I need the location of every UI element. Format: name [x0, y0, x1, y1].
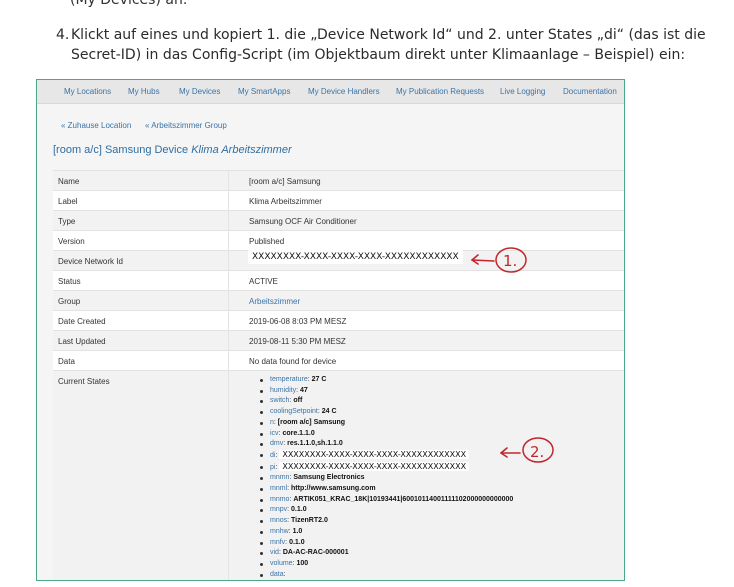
top-nav: My Locations My Hubs My Devices My Smart… — [37, 80, 624, 104]
annotation-arrow-2: 2. — [500, 437, 554, 463]
list-item: coolingSetpoint: 24 C — [258, 407, 513, 418]
redacted-pi: XXXXXXXX-XXXX-XXXX-XXXX-XXXXXXXXXXXX — [279, 461, 470, 471]
step-number: 4. — [56, 27, 70, 43]
table-row: Last Updated 2019-08-11 5:30 PM MESZ — [53, 330, 624, 351]
group-link[interactable]: Arbeitszimmer — [249, 297, 300, 306]
redacted-network-id: XXXXXXXX-XXXX-XXXX-XXXX-XXXXXXXXXXXX — [248, 250, 463, 264]
page-title-device-name: Klima Arbeitszimmer — [191, 144, 292, 156]
nav-my-device-handlers[interactable]: My Device Handlers — [308, 87, 380, 96]
nav-my-smartapps[interactable]: My SmartApps — [238, 87, 290, 96]
step-text: Klickt auf eines und kopiert 1. die „Dev… — [71, 27, 706, 63]
nav-my-hubs[interactable]: My Hubs — [128, 87, 160, 96]
table-row: Label Klima Arbeitszimmer — [53, 190, 624, 211]
list-item: di: XXXXXXXX-XXXX-XXXX-XXXX-XXXXXXXXXXXX — [258, 449, 513, 462]
list-item: mnmn: Samsung Electronics — [258, 473, 513, 484]
row-label: Last Updated — [58, 337, 106, 346]
row-label: Type — [58, 217, 76, 226]
row-value: 2019-08-11 5:30 PM MESZ — [249, 337, 346, 346]
annotation-arrow-1: 1. — [471, 247, 527, 273]
row-value: 2019-06-08 8:03 PM MESZ — [249, 317, 347, 326]
row-value: ACTIVE — [249, 277, 278, 286]
row-label: Date Created — [58, 317, 106, 326]
list-item: vid: DA-AC-RAC-000001 — [258, 548, 513, 559]
nav-my-publication-requests[interactable]: My Publication Requests — [396, 87, 484, 96]
instruction-step: 4. Klickt auf eines und kopiert 1. die „… — [56, 25, 728, 65]
row-value: [room a/c] Samsung — [249, 177, 321, 186]
nav-live-logging[interactable]: Live Logging — [500, 87, 545, 96]
list-item: data: — [258, 570, 513, 580]
row-value: Samsung OCF Air Conditioner — [249, 217, 357, 226]
breadcrumb-group[interactable]: « Arbeitszimmer Group — [145, 121, 227, 130]
list-item: mnos: TizenRT2.0 — [258, 516, 513, 527]
list-item: mnfv: 0.1.0 — [258, 538, 513, 549]
row-label: Group — [58, 297, 81, 306]
page-title: [room a/c] Samsung Device Klima Arbeitsz… — [53, 144, 292, 156]
row-label: Name — [58, 177, 80, 186]
row-label: Data — [58, 357, 75, 366]
row-label: Current States — [58, 377, 110, 386]
annotation-label-2: 2. — [530, 443, 544, 461]
redacted-di: XXXXXXXX-XXXX-XXXX-XXXX-XXXXXXXXXXXX — [279, 449, 470, 459]
table-row: Type Samsung OCF Air Conditioner — [53, 210, 624, 231]
list-item: mnmo: ARTIK051_KRAC_18K|10193441|6001011… — [258, 495, 513, 506]
annotation-label-1: 1. — [503, 252, 517, 270]
list-item: switch: off — [258, 396, 513, 407]
article-previous-line: (My Devices) an. — [70, 0, 188, 8]
list-item: pi: XXXXXXXX-XXXX-XXXX-XXXX-XXXXXXXXXXXX — [258, 461, 513, 474]
row-value: Klima Arbeitszimmer — [249, 197, 322, 206]
table-row: Date Created 2019-06-08 8:03 PM MESZ — [53, 310, 624, 331]
list-item: humidity: 47 — [258, 386, 513, 397]
nav-my-locations[interactable]: My Locations — [64, 87, 111, 96]
list-item: dmv: res.1.1.0,sh.1.1.0 — [258, 439, 513, 450]
table-row: Status ACTIVE — [53, 270, 624, 291]
column-divider — [228, 170, 229, 580]
row-label: Device Network Id — [58, 257, 123, 266]
nav-my-devices[interactable]: My Devices — [179, 87, 220, 96]
list-item: mnml: http://www.samsung.com — [258, 484, 513, 495]
list-item: mnpv: 0.1.0 — [258, 505, 513, 516]
list-item: temperature: 27 C — [258, 375, 513, 386]
list-item: volume: 100 — [258, 559, 513, 570]
row-label: Version — [58, 237, 85, 246]
table-row: Data No data found for device — [53, 350, 624, 371]
table-row: Group Arbeitszimmer — [53, 290, 624, 311]
nav-documentation[interactable]: Documentation — [563, 87, 617, 96]
table-row: Version Published — [53, 230, 624, 251]
row-value: Published — [249, 237, 285, 246]
page-title-prefix: [room a/c] Samsung Device — [53, 144, 189, 156]
current-states-list: temperature: 27 C humidity: 47 switch: o… — [258, 375, 513, 580]
row-label: Status — [58, 277, 81, 286]
row-label: Label — [58, 197, 78, 206]
list-item: mnhw: 1.0 — [258, 527, 513, 538]
table-row: Name [room a/c] Samsung — [53, 170, 624, 191]
row-value: No data found for device — [249, 357, 337, 366]
list-item: icv: core.1.1.0 — [258, 429, 513, 440]
embedded-screenshot: My Locations My Hubs My Devices My Smart… — [36, 79, 625, 581]
list-item: n: [room a/c] Samsung — [258, 418, 513, 429]
breadcrumb-location[interactable]: « Zuhause Location — [61, 121, 131, 130]
